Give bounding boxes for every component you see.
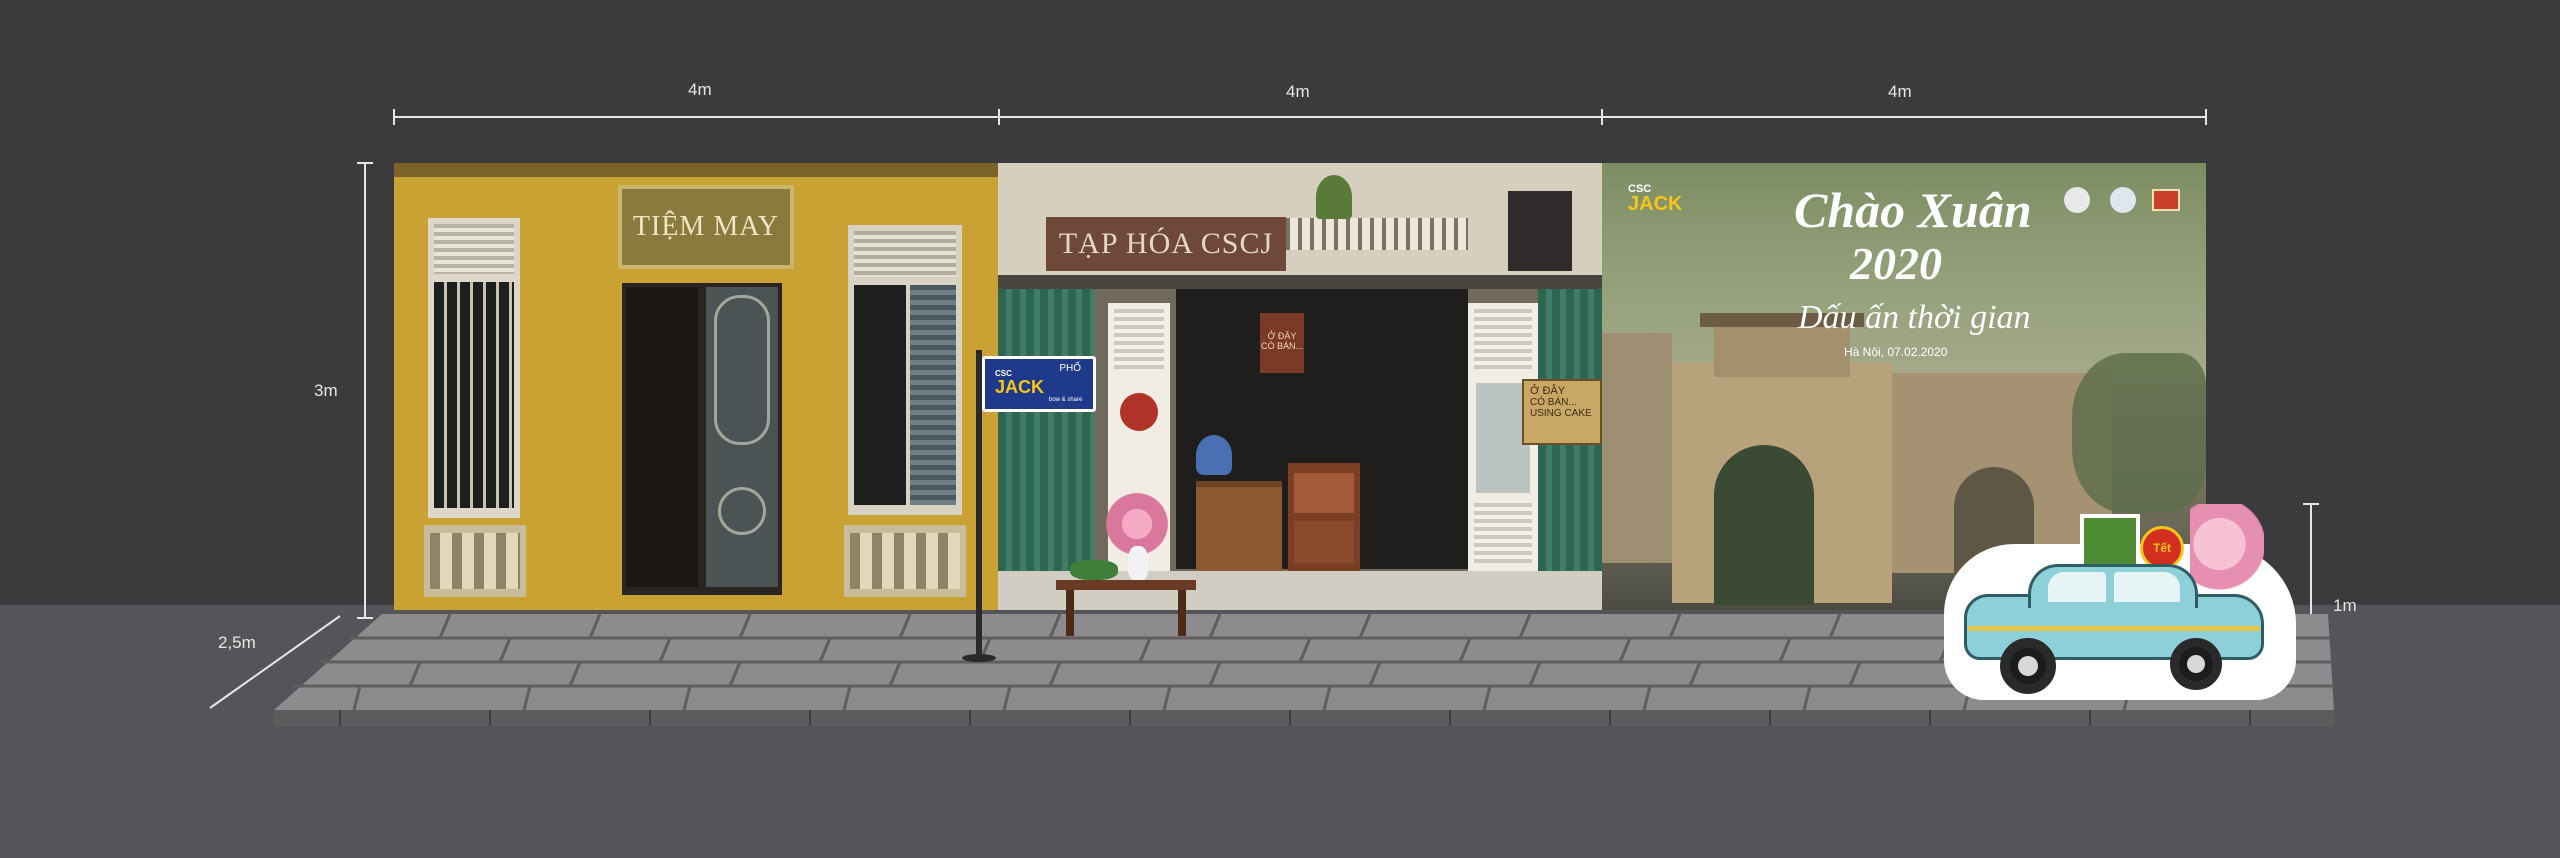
tree <box>2072 353 2206 513</box>
wooden-bench <box>1056 580 1196 590</box>
balcony-rail <box>1278 218 1468 250</box>
peach-blossom <box>2190 504 2264 604</box>
wooden-table <box>1196 481 1282 571</box>
green-shutter-left <box>998 289 1094 571</box>
potted-plants <box>1070 560 1118 580</box>
red-emblem <box>1120 393 1158 431</box>
right-window <box>848 225 962 515</box>
banner-subtitle: Dấu ấn thời gian <box>1798 299 2031 336</box>
poster <box>1508 191 1572 271</box>
car-stripe <box>1968 626 2260 631</box>
banner-brand: CSC JACK <box>1628 183 1683 215</box>
height-label: 3m <box>314 381 338 400</box>
banner-title-line2: 2020 <box>1850 238 1942 289</box>
lantern-badge: Tết <box>2153 541 2171 555</box>
dimension-tick <box>393 109 395 125</box>
dimension-tick <box>998 109 1000 125</box>
dimension-tick <box>1601 109 1603 125</box>
awning-beam <box>998 275 1602 289</box>
car-wheel-rear <box>2170 638 2222 690</box>
vase <box>1128 546 1148 580</box>
gate-arch <box>1714 445 1814 605</box>
car-window <box>2048 572 2106 602</box>
plant <box>1316 175 1352 219</box>
street-sign-word: PHỐ <box>1059 363 1081 374</box>
grocery-sign: TẠP HÓA CSCJ <box>1046 217 1286 271</box>
partner-logo-3 <box>2152 189 2180 211</box>
side-board-line3: USING CAKE <box>1530 408 1592 419</box>
width-dimension-line <box>394 116 2206 118</box>
side-board: Ở ĐÂY CÓ BÁN... USING CAKE <box>1522 379 1602 445</box>
dimension-tick <box>2205 109 2207 125</box>
side-board-line2: CÓ BÁN... <box>1530 397 1577 408</box>
side-board-line1: Ở ĐÂY <box>1530 385 1566 397</box>
wooden-cabinet <box>1288 463 1360 571</box>
banner-brand-name: JACK <box>1628 193 1683 215</box>
car-wheel-front <box>2000 638 2056 694</box>
cable-wires <box>394 163 998 177</box>
dimension-tick <box>357 162 373 164</box>
hanging-note: Ở ĐÂY CÓ BÁN... <box>1260 313 1304 373</box>
depth-label: 2,5m <box>218 633 256 652</box>
partner-logo-1 <box>2064 187 2090 213</box>
left-balustrade <box>424 525 526 597</box>
banner-date: Hà Nội, 07.02.2020 <box>1844 345 1948 359</box>
height-dimension-line <box>364 163 366 618</box>
width-label-2: 4m <box>1286 82 1310 101</box>
car-standee: Tết <box>1944 504 2296 700</box>
banner-title-line1: Chào Xuân <box>1794 182 2032 238</box>
partner-logo-2 <box>2110 187 2136 213</box>
left-window <box>428 218 520 518</box>
street-sign-base <box>962 654 996 662</box>
right-balustrade <box>844 525 966 597</box>
left-buildings <box>1602 333 1672 563</box>
street-sign-brand: JACK <box>995 377 1045 397</box>
bench-leg <box>1066 590 1074 636</box>
width-label-1: 4m <box>688 80 712 99</box>
dimension-tick <box>2303 503 2319 505</box>
booth-rendering: 4m 4m 4m 3m 2,5m 1m TIỆM MAY TẠP HÓA CSC… <box>0 0 2560 858</box>
car-window <box>2114 572 2180 602</box>
street-sign-tag: bow & share <box>1049 397 1083 403</box>
tailor-sign-text: TIỆM MAY <box>632 211 780 242</box>
tailor-sign: TIỆM MAY <box>618 185 794 269</box>
flower-pot <box>1196 435 1232 475</box>
grocery-sign-text: TẠP HÓA CSCJ <box>1058 227 1274 260</box>
tailor-door <box>622 283 782 595</box>
street-sign: PHỐ CSC JACK bow & share <box>982 356 1096 412</box>
width-label-3: 4m <box>1888 82 1912 101</box>
tailor-shop-facade: TIỆM MAY <box>394 163 998 610</box>
bench-leg <box>1178 590 1186 636</box>
